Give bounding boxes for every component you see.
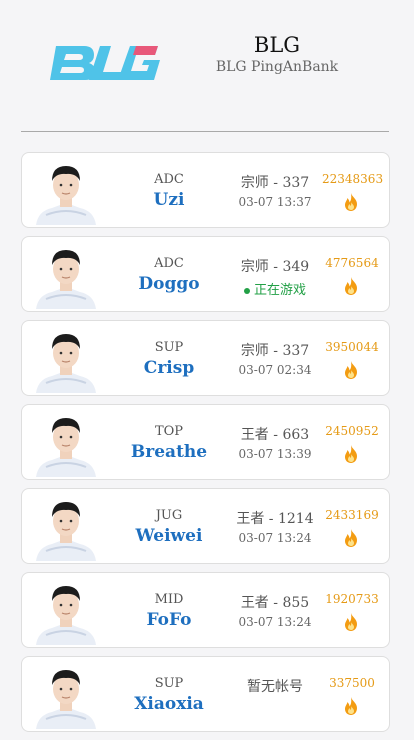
player-avatar bbox=[32, 409, 100, 477]
player-card[interactable]: ADC Uzi 宗师 - 337 03-07 13:37 22348363 bbox=[21, 152, 390, 228]
team-header: BLG BLG PingAnBank bbox=[0, 0, 414, 132]
player-position: TOP bbox=[154, 424, 184, 439]
player-heat-count: 2433169 bbox=[325, 508, 379, 522]
player-rank: 王者 - 663 bbox=[240, 427, 310, 443]
player-name[interactable]: Weiwei bbox=[114, 526, 224, 546]
player-rank: 宗师 - 337 bbox=[240, 343, 310, 359]
team-subtitle: BLG PingAnBank bbox=[215, 59, 339, 75]
player-avatar bbox=[32, 325, 100, 393]
player-card[interactable]: SUP Xiaoxia 暂无帐号 337500 bbox=[21, 656, 390, 732]
player-status-text: 正在游戏 bbox=[253, 283, 306, 298]
player-heat-count: 337500 bbox=[329, 676, 375, 690]
player-heat-count: 22348363 bbox=[322, 172, 384, 186]
player-rank: 王者 - 1214 bbox=[236, 511, 314, 527]
player-position: JUG bbox=[155, 508, 183, 523]
player-card[interactable]: ADC Doggo 宗师 - 349 正在游戏 4776564 bbox=[21, 236, 390, 312]
header-divider bbox=[21, 131, 389, 132]
player-avatar bbox=[32, 157, 100, 225]
fire-icon bbox=[345, 697, 357, 715]
player-heat-count: 4776564 bbox=[325, 256, 379, 270]
player-name[interactable]: Doggo bbox=[114, 274, 224, 294]
online-status-dot bbox=[243, 287, 250, 294]
player-heat-count: 1920733 bbox=[325, 592, 379, 606]
player-card[interactable]: SUP Crisp 宗师 - 337 03-07 02:34 3950044 bbox=[21, 320, 390, 396]
team-logo bbox=[50, 46, 160, 80]
player-name[interactable]: FoFo bbox=[114, 610, 224, 630]
player-card[interactable]: MID FoFo 王者 - 855 03-07 13:24 1920733 bbox=[21, 572, 390, 648]
player-avatar bbox=[32, 493, 100, 561]
player-rank: 王者 - 855 bbox=[240, 595, 310, 611]
player-avatar bbox=[32, 241, 100, 309]
player-name[interactable]: Crisp bbox=[114, 358, 224, 378]
player-avatar bbox=[32, 577, 100, 645]
player-last-played: 03-07 13:37 bbox=[238, 195, 312, 209]
player-avatar bbox=[32, 661, 100, 729]
player-name[interactable]: Xiaoxia bbox=[114, 694, 224, 714]
player-rank: 宗师 - 337 bbox=[240, 175, 310, 191]
player-list: ADC Uzi 宗师 - 337 03-07 13:37 22348363 AD… bbox=[21, 152, 390, 740]
player-last-played: 03-07 13:24 bbox=[238, 615, 312, 629]
player-last-played: 03-07 13:24 bbox=[238, 531, 312, 545]
player-card[interactable]: TOP Breathe 王者 - 663 03-07 13:39 2450952 bbox=[21, 404, 390, 480]
player-position: ADC bbox=[154, 172, 184, 187]
player-last-played: 03-07 02:34 bbox=[238, 363, 312, 377]
player-name[interactable]: Breathe bbox=[114, 442, 224, 462]
player-rank: 暂无帐号 bbox=[247, 679, 303, 695]
fire-icon bbox=[345, 613, 357, 631]
fire-icon bbox=[345, 529, 357, 547]
team-name: BLG bbox=[253, 33, 301, 57]
fire-icon bbox=[345, 445, 357, 463]
player-last-played: 03-07 13:39 bbox=[238, 447, 312, 461]
player-card[interactable]: JUG Weiwei 王者 - 1214 03-07 13:24 2433169 bbox=[21, 488, 390, 564]
player-last-played: 正在游戏 bbox=[234, 279, 316, 298]
player-heat-count: 3950044 bbox=[325, 340, 379, 354]
player-position: SUP bbox=[154, 340, 184, 355]
fire-icon bbox=[345, 193, 357, 211]
player-position: MID bbox=[154, 592, 184, 607]
fire-icon bbox=[345, 361, 357, 379]
player-rank: 宗师 - 349 bbox=[240, 259, 310, 275]
player-heat-count: 2450952 bbox=[325, 424, 379, 438]
player-position: SUP bbox=[154, 676, 184, 691]
fire-icon bbox=[345, 277, 357, 295]
player-position: ADC bbox=[154, 256, 184, 271]
player-name[interactable]: Uzi bbox=[114, 190, 224, 210]
